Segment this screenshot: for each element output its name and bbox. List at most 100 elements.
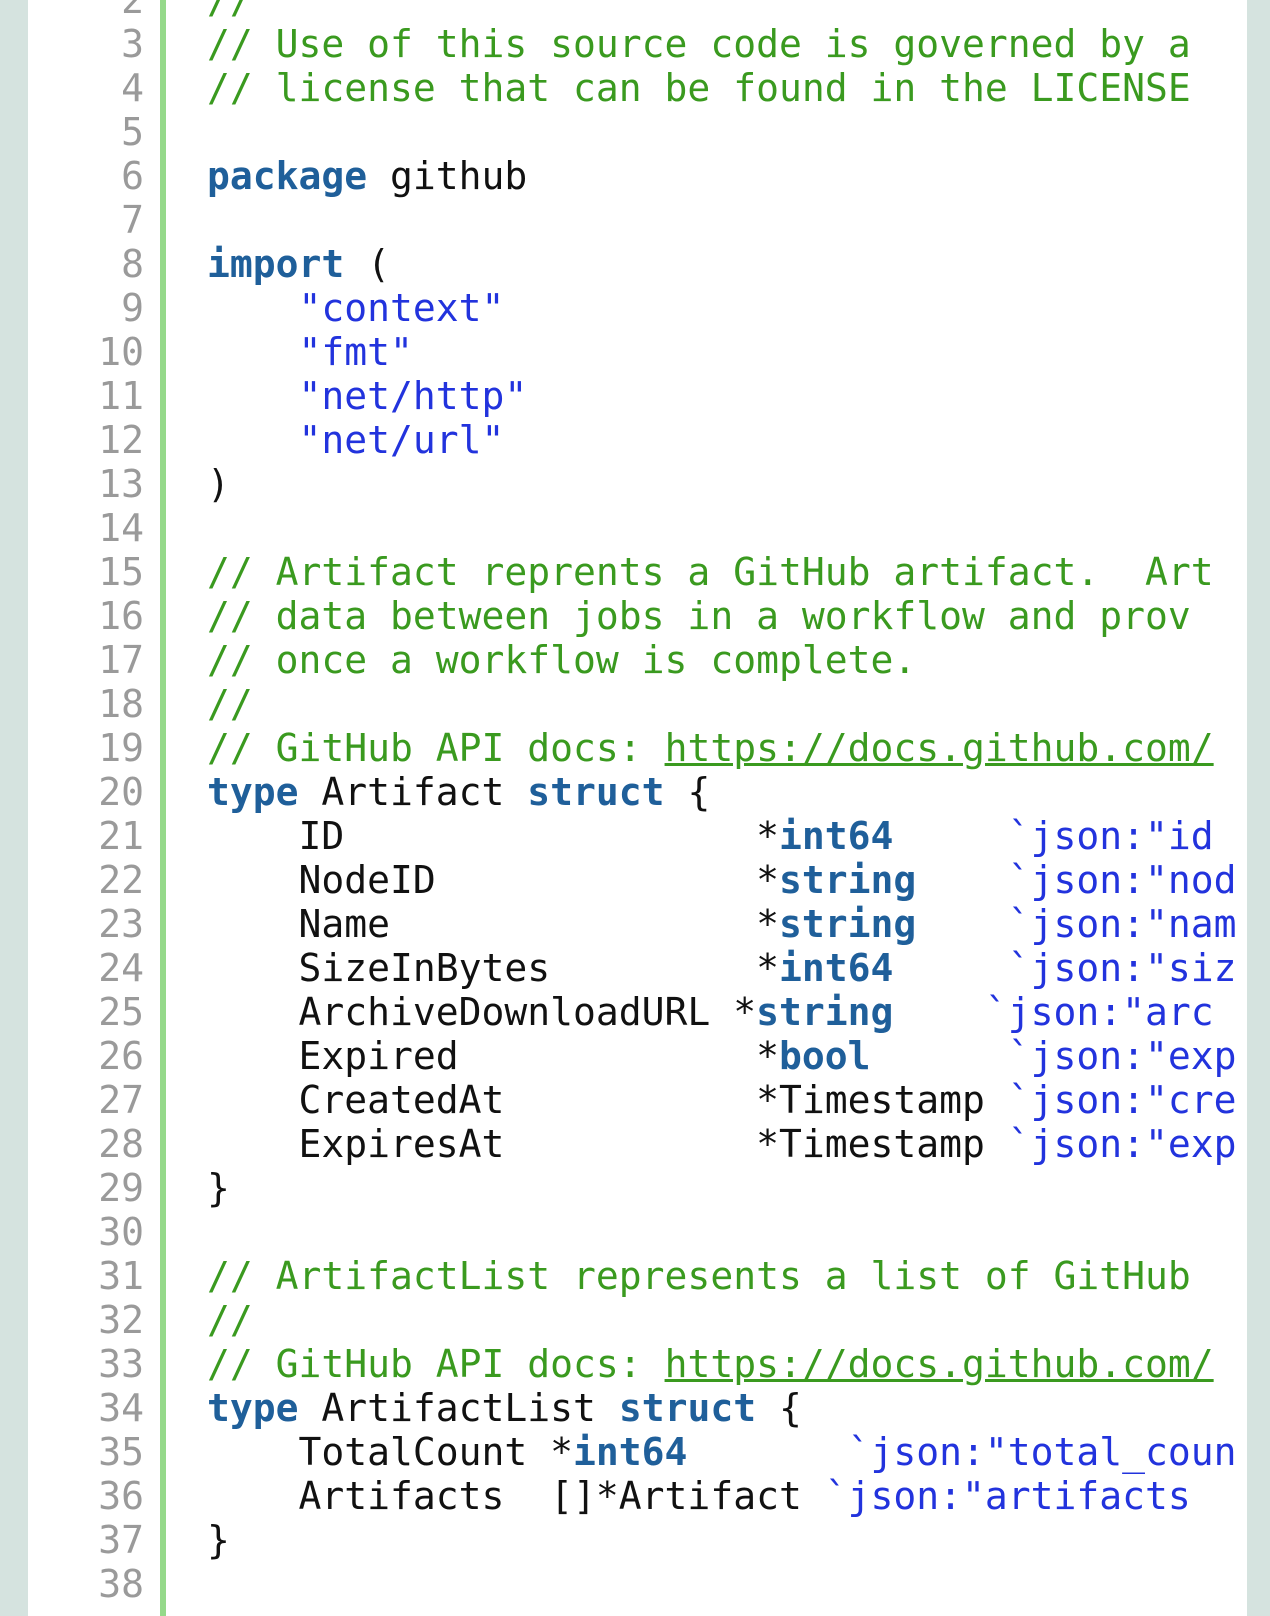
code-line[interactable]: 30 bbox=[0, 1210, 1247, 1254]
code-line[interactable]: 13) bbox=[0, 462, 1247, 506]
code-line[interactable]: 15 // Artifact reprents a GitHub artifact… bbox=[0, 550, 1247, 594]
code-text[interactable]: "net/url" bbox=[207, 418, 505, 462]
code-line[interactable]: 20 type Artifact struct { bbox=[0, 770, 1247, 814]
code-line[interactable]: 12 "net/url" bbox=[0, 418, 1247, 462]
keyword-token: bool bbox=[778, 1034, 871, 1078]
code-text[interactable]: // data between jobs in a workflow and p… bbox=[207, 594, 1191, 638]
code-editor[interactable]: 2 // 3 // Use of this source code is govern… bbox=[0, 0, 1247, 1606]
line-number: 36 bbox=[98, 1474, 144, 1518]
code-line[interactable]: 37} bbox=[0, 1518, 1247, 1562]
code-line[interactable]: 25 ArchiveDownloadURL *string `json:"arc bbox=[0, 990, 1247, 1034]
code-text[interactable]: type Artifact struct { bbox=[207, 770, 710, 814]
code-text[interactable]: // once a workflow is complete. bbox=[207, 638, 916, 682]
line-number: 11 bbox=[98, 374, 144, 418]
docs-link[interactable]: https://docs.github.com/ bbox=[665, 726, 1214, 770]
code-text[interactable]: type ArtifactList struct { bbox=[207, 1386, 802, 1430]
code-token: { bbox=[756, 1386, 802, 1430]
code-text[interactable]: Expired *bool `json:"exp bbox=[207, 1034, 1237, 1078]
code-line[interactable]: 31 // ArtifactList represents a list of G… bbox=[0, 1254, 1247, 1298]
code-line[interactable]: 27 CreatedAt *Timestamp `json:"cre bbox=[0, 1078, 1247, 1122]
string-token: `json:"id bbox=[1007, 814, 1214, 858]
code-text[interactable]: CreatedAt *Timestamp `json:"cre bbox=[207, 1078, 1237, 1122]
line-number: 17 bbox=[98, 638, 144, 682]
keyword-token: int64 bbox=[778, 814, 894, 858]
keyword-token: string bbox=[778, 902, 917, 946]
code-line[interactable]: 26 Expired *bool `json:"exp bbox=[0, 1034, 1247, 1078]
comment-token: // Artifact reprents a GitHub artifact. … bbox=[207, 550, 1214, 594]
code-text[interactable]: } bbox=[207, 1518, 230, 1562]
code-line[interactable]: 23 Name *string `json:"nam bbox=[0, 902, 1247, 946]
code-line[interactable]: 11 "net/http" bbox=[0, 374, 1247, 418]
code-token: github bbox=[367, 154, 528, 198]
code-line[interactable]: 38 bbox=[0, 1562, 1247, 1606]
code-text[interactable]: // license that can be found in the LICE… bbox=[207, 66, 1191, 110]
code-line[interactable]: 19 // GitHub API docs: https://docs.githu… bbox=[0, 726, 1247, 770]
line-number: 16 bbox=[98, 594, 144, 638]
code-line[interactable]: 5 bbox=[0, 110, 1247, 154]
code-text[interactable]: // Use of this source code is governed b… bbox=[207, 22, 1191, 66]
comment-token: // Use of this source code is governed b… bbox=[207, 22, 1191, 66]
code-line[interactable]: 18 // bbox=[0, 682, 1247, 726]
code-text[interactable]: // ArtifactList represents a list of Git… bbox=[207, 1254, 1191, 1298]
comment-token: // bbox=[207, 0, 253, 22]
code-line[interactable]: 28 ExpiresAt *Timestamp `json:"exp bbox=[0, 1122, 1247, 1166]
code-text[interactable]: SizeInBytes *int64 `json:"siz bbox=[207, 946, 1237, 990]
code-token: } bbox=[207, 1166, 230, 1210]
code-text[interactable]: "fmt" bbox=[207, 330, 413, 374]
code-line[interactable]: 34 type ArtifactList struct { bbox=[0, 1386, 1247, 1430]
code-line[interactable]: 32 // bbox=[0, 1298, 1247, 1342]
code-text[interactable]: TotalCount *int64 `json:"total_coun bbox=[207, 1430, 1237, 1474]
code-text[interactable]: ID *int64 `json:"id bbox=[207, 814, 1214, 858]
code-line[interactable]: 22 NodeID *string `json:"nod bbox=[0, 858, 1247, 902]
code-line[interactable]: 8 import ( bbox=[0, 242, 1247, 286]
code-token: ID * bbox=[207, 814, 779, 858]
code-text[interactable]: // GitHub API docs: https://docs.github.… bbox=[207, 726, 1214, 770]
comment-token: // data between jobs in a workflow and p… bbox=[207, 594, 1191, 638]
code-line[interactable]: 2 // bbox=[0, 0, 1247, 22]
string-token: "net/url" bbox=[298, 418, 505, 462]
line-number: 7 bbox=[121, 198, 144, 242]
comment-token: // once a workflow is complete. bbox=[207, 638, 917, 682]
line-number: 6 bbox=[121, 154, 144, 198]
docs-link[interactable]: https://docs.github.com/ bbox=[665, 1342, 1214, 1386]
code-line[interactable]: 29} bbox=[0, 1166, 1247, 1210]
code-text[interactable]: ) bbox=[207, 462, 230, 506]
code-line[interactable]: 16 // data between jobs in a workflow and… bbox=[0, 594, 1247, 638]
code-text[interactable]: ExpiresAt *Timestamp `json:"exp bbox=[207, 1122, 1237, 1166]
code-line[interactable]: 35 TotalCount *int64 `json:"total_coun bbox=[0, 1430, 1247, 1474]
code-text[interactable]: ArchiveDownloadURL *string `json:"arc bbox=[207, 990, 1214, 1034]
code-line[interactable]: 3 // Use of this source code is governed … bbox=[0, 22, 1247, 66]
code-line[interactable]: 6 package github bbox=[0, 154, 1247, 198]
code-text[interactable]: // bbox=[207, 682, 253, 726]
code-text[interactable]: "net/http" bbox=[207, 374, 528, 418]
code-text[interactable]: // bbox=[207, 1298, 253, 1342]
code-line[interactable]: 7 bbox=[0, 198, 1247, 242]
code-line[interactable]: 33 // GitHub API docs: https://docs.githu… bbox=[0, 1342, 1247, 1386]
code-line[interactable]: 17 // once a workflow is complete. bbox=[0, 638, 1247, 682]
code-text[interactable]: Artifacts []*Artifact `json:"artifacts bbox=[207, 1474, 1191, 1518]
code-text[interactable]: import ( bbox=[207, 242, 390, 286]
code-text[interactable]: // bbox=[207, 0, 253, 22]
code-text[interactable]: "context" bbox=[207, 286, 505, 330]
code-text[interactable]: // GitHub API docs: https://docs.github.… bbox=[207, 1342, 1214, 1386]
code-text[interactable]: } bbox=[207, 1166, 230, 1210]
code-line[interactable]: 4 // license that can be found in the LIC… bbox=[0, 66, 1247, 110]
code-line[interactable]: 21 ID *int64 `json:"id bbox=[0, 814, 1247, 858]
code-token: NodeID * bbox=[207, 858, 779, 902]
code-text[interactable]: NodeID *string `json:"nod bbox=[207, 858, 1237, 902]
code-token: ArchiveDownloadURL * bbox=[207, 990, 757, 1034]
code-line[interactable]: 14 bbox=[0, 506, 1247, 550]
line-number: 28 bbox=[98, 1122, 144, 1166]
code-line[interactable]: 24 SizeInBytes *int64 `json:"siz bbox=[0, 946, 1247, 990]
code-text[interactable]: // Artifact reprents a GitHub artifact. … bbox=[207, 550, 1214, 594]
code-text[interactable]: package github bbox=[207, 154, 527, 198]
code-text[interactable]: Name *string `json:"nam bbox=[207, 902, 1237, 946]
code-line[interactable]: 36 Artifacts []*Artifact `json:"artifact… bbox=[0, 1474, 1247, 1518]
comment-token: // GitHub API docs: bbox=[207, 1342, 665, 1386]
code-line[interactable]: 10 "fmt" bbox=[0, 330, 1247, 374]
code-line[interactable]: 9 "context" bbox=[0, 286, 1247, 330]
